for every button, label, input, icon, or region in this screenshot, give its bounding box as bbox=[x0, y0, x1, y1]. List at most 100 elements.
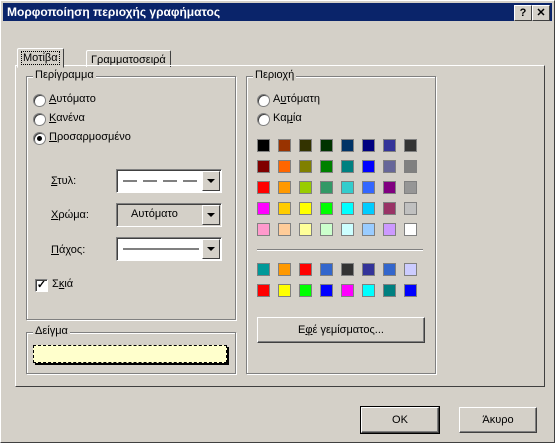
chevron-down-icon[interactable] bbox=[202, 205, 220, 225]
sample-group-legend: Δείγμα bbox=[33, 325, 70, 337]
color-swatch[interactable] bbox=[362, 223, 375, 236]
style-label: Στυλ: bbox=[51, 175, 77, 187]
weight-label: Πάχος: bbox=[51, 244, 86, 256]
tab-patterns[interactable]: Μοτίβα bbox=[17, 48, 64, 68]
color-swatch[interactable] bbox=[299, 202, 312, 215]
color-swatch[interactable] bbox=[383, 181, 396, 194]
color-swatch[interactable] bbox=[341, 160, 354, 173]
color-swatch[interactable] bbox=[341, 263, 354, 276]
fill-effects-button[interactable]: Εφέ γεμίσματος... bbox=[257, 317, 425, 343]
color-swatch[interactable] bbox=[383, 284, 396, 297]
color-swatch[interactable] bbox=[299, 284, 312, 297]
color-swatch[interactable] bbox=[341, 223, 354, 236]
color-swatch[interactable] bbox=[383, 202, 396, 215]
color-swatch[interactable] bbox=[299, 263, 312, 276]
dashed-line-preview bbox=[123, 180, 199, 182]
style-combo[interactable] bbox=[116, 169, 222, 193]
color-swatch[interactable] bbox=[404, 263, 417, 276]
line-weight-preview bbox=[123, 248, 199, 250]
border-none-radio[interactable] bbox=[33, 113, 46, 126]
color-combo[interactable]: Αυτόματο bbox=[116, 203, 222, 227]
border-custom-radio[interactable] bbox=[33, 132, 46, 145]
color-swatch[interactable] bbox=[278, 223, 291, 236]
color-swatch[interactable] bbox=[383, 223, 396, 236]
area-group: Περιοχή Αυτόματη Καμία Εφέ γεμίσματος... bbox=[246, 69, 436, 374]
dialog-window: Μορφοποίηση περιοχής γραφήματος ? ✕ Μοτί… bbox=[0, 0, 555, 443]
color-swatch[interactable] bbox=[383, 139, 396, 152]
title-bar: Μορφοποίηση περιοχής γραφήματος ? ✕ bbox=[3, 3, 552, 21]
color-swatch[interactable] bbox=[278, 181, 291, 194]
color-swatch[interactable] bbox=[404, 284, 417, 297]
color-swatch[interactable] bbox=[362, 139, 375, 152]
area-auto-label: Αυτόματη bbox=[273, 93, 320, 105]
color-swatch[interactable] bbox=[341, 139, 354, 152]
color-swatch[interactable] bbox=[299, 181, 312, 194]
color-swatch[interactable] bbox=[404, 160, 417, 173]
color-swatch[interactable] bbox=[278, 202, 291, 215]
color-swatch[interactable] bbox=[383, 160, 396, 173]
color-swatch[interactable] bbox=[320, 181, 333, 194]
shadow-checkbox[interactable]: ✓ bbox=[35, 279, 48, 292]
cancel-button[interactable]: Άκυρο bbox=[459, 407, 537, 433]
border-none-label: Κανένα bbox=[49, 112, 85, 124]
color-swatch[interactable] bbox=[320, 160, 333, 173]
ok-button[interactable]: OK bbox=[360, 406, 440, 434]
color-swatch[interactable] bbox=[299, 160, 312, 173]
color-swatch[interactable] bbox=[404, 181, 417, 194]
color-label: Χρώμα: bbox=[51, 209, 89, 221]
color-combo-value: Αυτόματο bbox=[131, 208, 178, 220]
tab-patterns-label: Μοτίβα bbox=[21, 51, 60, 65]
color-swatch[interactable] bbox=[278, 284, 291, 297]
color-swatch[interactable] bbox=[257, 139, 270, 152]
area-auto-radio[interactable] bbox=[257, 94, 270, 107]
color-swatch[interactable] bbox=[299, 139, 312, 152]
color-swatch[interactable] bbox=[362, 263, 375, 276]
help-button[interactable]: ? bbox=[514, 5, 532, 21]
shadow-label: Σκιά bbox=[52, 278, 74, 290]
border-auto-radio[interactable] bbox=[33, 94, 46, 107]
color-swatch[interactable] bbox=[362, 284, 375, 297]
palette-divider bbox=[257, 249, 423, 251]
color-swatch[interactable] bbox=[362, 181, 375, 194]
color-swatch[interactable] bbox=[278, 263, 291, 276]
sample-preview bbox=[33, 345, 227, 363]
border-auto-label: Αυτόματο bbox=[49, 93, 96, 105]
border-group: Περίγραμμα Αυτόματο Κανένα Προσαρμοσμένο… bbox=[26, 69, 236, 320]
color-swatch[interactable] bbox=[341, 202, 354, 215]
chevron-down-icon[interactable] bbox=[202, 239, 220, 259]
weight-combo[interactable] bbox=[116, 237, 222, 261]
border-custom-label: Προσαρμοσμένο bbox=[49, 131, 131, 143]
color-swatch[interactable] bbox=[278, 139, 291, 152]
dialog-title: Μορφοποίηση περιοχής γραφήματος bbox=[7, 5, 221, 19]
area-none-radio[interactable] bbox=[257, 113, 270, 126]
color-swatch[interactable] bbox=[404, 223, 417, 236]
color-swatch[interactable] bbox=[320, 139, 333, 152]
color-swatch[interactable] bbox=[341, 181, 354, 194]
close-button[interactable]: ✕ bbox=[532, 5, 550, 21]
color-swatch[interactable] bbox=[257, 160, 270, 173]
close-icon: ✕ bbox=[536, 7, 546, 19]
color-swatch[interactable] bbox=[320, 223, 333, 236]
color-swatch[interactable] bbox=[362, 202, 375, 215]
area-group-legend: Περιοχή bbox=[253, 69, 297, 81]
color-swatch[interactable] bbox=[320, 202, 333, 215]
border-group-legend: Περίγραμμα bbox=[33, 69, 96, 81]
color-swatch[interactable] bbox=[362, 160, 375, 173]
color-swatch[interactable] bbox=[320, 263, 333, 276]
tab-panel: Περίγραμμα Αυτόματο Κανένα Προσαρμοσμένο… bbox=[15, 65, 545, 387]
area-none-label: Καμία bbox=[273, 112, 302, 124]
chevron-down-icon[interactable] bbox=[202, 171, 220, 191]
color-swatch[interactable] bbox=[320, 284, 333, 297]
color-swatch[interactable] bbox=[257, 223, 270, 236]
color-swatch[interactable] bbox=[257, 263, 270, 276]
color-swatch[interactable] bbox=[383, 263, 396, 276]
color-swatch[interactable] bbox=[341, 284, 354, 297]
color-swatch[interactable] bbox=[278, 160, 291, 173]
color-swatch[interactable] bbox=[404, 202, 417, 215]
color-swatch[interactable] bbox=[257, 202, 270, 215]
sample-group: Δείγμα bbox=[26, 325, 236, 374]
color-swatch[interactable] bbox=[404, 139, 417, 152]
color-swatch[interactable] bbox=[257, 181, 270, 194]
color-swatch[interactable] bbox=[257, 284, 270, 297]
color-swatch[interactable] bbox=[299, 223, 312, 236]
